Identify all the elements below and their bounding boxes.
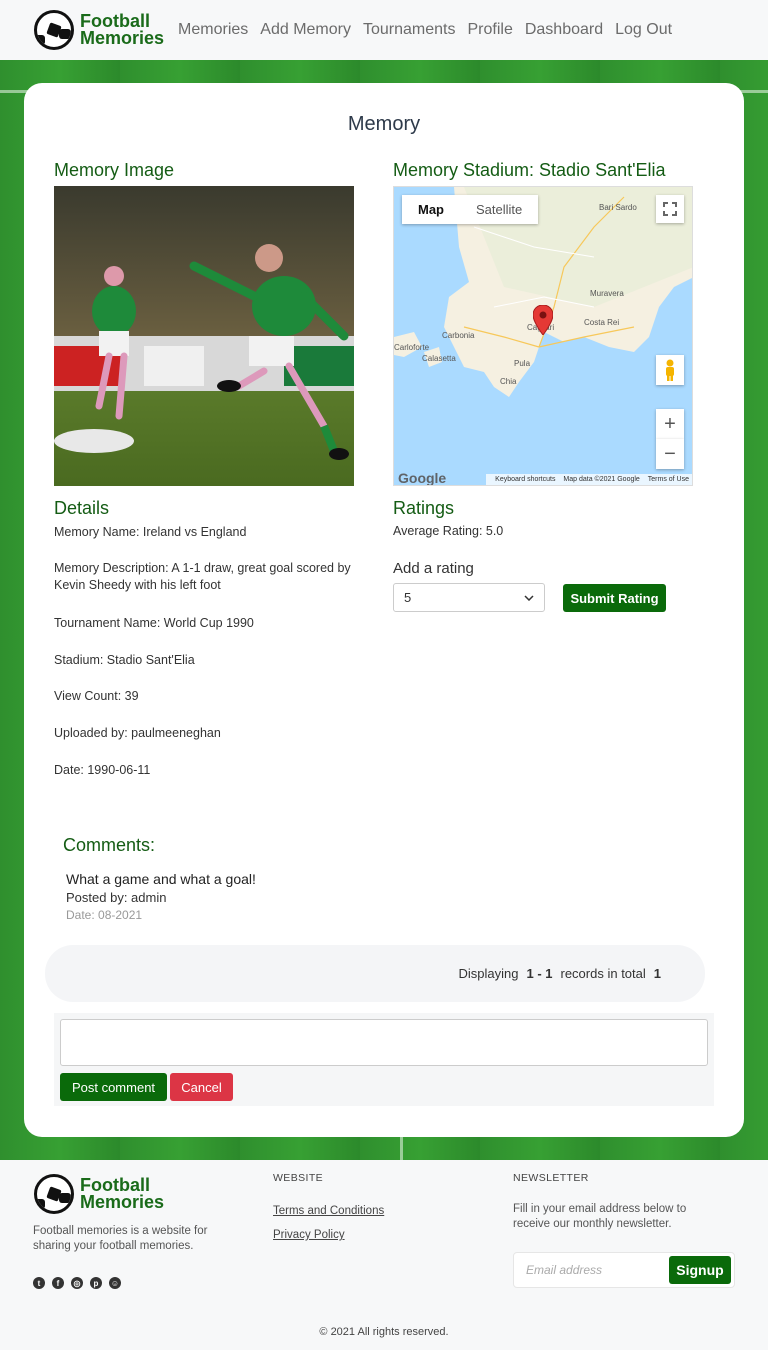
details-heading: Details <box>54 498 110 518</box>
pinterest-icon[interactable]: p <box>90 1277 102 1289</box>
brand-logo[interactable]: Football Memories <box>34 10 164 50</box>
top-navbar: Football Memories Memories Add Memory To… <box>0 0 768 60</box>
map-heading: Memory Stadium: Stadio Sant'Elia <box>393 160 666 180</box>
pegman-icon[interactable] <box>656 355 684 385</box>
map-place-label: Costa Rei <box>584 318 620 327</box>
facebook-icon[interactable]: f <box>52 1277 64 1289</box>
email-placeholder: Email address <box>526 1263 603 1277</box>
twitter-icon[interactable]: t <box>33 1277 45 1289</box>
footer-newsletter-heading: NEWSLETTER <box>513 1172 589 1184</box>
privacy-link[interactable]: Privacy Policy <box>273 1229 345 1241</box>
map-place-label: Muravera <box>590 289 624 298</box>
page-title: Memory <box>347 113 421 135</box>
nav-add-memory[interactable]: Add Memory <box>260 21 351 39</box>
cancel-button[interactable]: Cancel <box>170 1073 233 1101</box>
nav-memories[interactable]: Memories <box>178 21 248 39</box>
map-place-label: Carloforte <box>394 343 430 352</box>
football-icon <box>34 1174 74 1214</box>
social-links: t f ◎ p ☺ <box>33 1277 128 1289</box>
detail-description: Memory Description: A 1-1 draw, great go… <box>54 561 351 592</box>
footer-brand-name: Football Memories <box>80 1176 165 1212</box>
map-place-label: Chia <box>500 377 517 386</box>
map-place-label: Bari Sardo <box>599 203 637 212</box>
footer-description: Football memories is a website for shari… <box>33 1225 208 1252</box>
footer-brand-logo[interactable]: Football Memories <box>34 1174 164 1214</box>
memory-card: Memory Memory Image Memory Stadium: Stad… <box>24 83 744 1137</box>
pager-prefix: Displaying <box>458 966 519 981</box>
add-rating-label: Add a rating <box>393 560 474 577</box>
map-place-label: Pula <box>514 359 531 368</box>
map-type-control: Map Satellite <box>402 195 539 224</box>
chevron-down-icon <box>524 594 534 601</box>
submit-rating-button[interactable]: Submit Rating <box>563 584 666 612</box>
detail-tournament: Tournament Name: World Cup 1990 <box>54 616 254 630</box>
newsletter-text: Fill in your email address below to rece… <box>513 1203 687 1230</box>
comment-date: Date: 08-2021 <box>66 908 143 922</box>
pager-total: 1 <box>653 966 661 981</box>
map-place-label: Carbonia <box>442 331 475 340</box>
google-logo: Google <box>398 470 447 486</box>
snapchat-icon[interactable]: ☺ <box>109 1277 121 1289</box>
pager-middle: records in total <box>560 966 646 981</box>
pegman-glyph-icon <box>666 359 674 381</box>
footer-brand-line-2: Memories <box>80 1192 165 1212</box>
fullscreen-icon[interactable] <box>656 195 684 223</box>
average-rating: Average Rating: 5.0 <box>393 524 504 538</box>
zoom-out-button[interactable]: − <box>656 439 684 469</box>
fullscreen-glyph-icon <box>663 202 677 216</box>
detail-name: Memory Name: Ireland vs England <box>54 525 247 539</box>
map-terms-link[interactable]: Terms of Use <box>648 476 689 483</box>
footer-website-heading: WEBSITE <box>273 1172 324 1184</box>
footer: Football Memories Football memories is a… <box>0 1160 768 1350</box>
pager-range: 1 - 1 <box>526 966 553 981</box>
nav-profile[interactable]: Profile <box>467 21 512 39</box>
copyright: © 2021 All rights reserved. <box>319 1326 449 1338</box>
location-pin-icon[interactable] <box>533 305 553 335</box>
detail-view-count: View Count: 39 <box>54 689 139 703</box>
comments-heading: Comments: <box>63 835 156 855</box>
nav-dashboard[interactable]: Dashboard <box>525 21 603 39</box>
map-place-label: Calasetta <box>422 354 456 363</box>
football-icon <box>34 10 74 50</box>
ratings-heading: Ratings <box>393 498 455 518</box>
comment-author: Posted by: admin <box>66 890 167 905</box>
rating-select[interactable]: 5 <box>393 583 545 612</box>
map-attribution: Keyboard shortcuts Map data ©2021 Google… <box>486 474 692 485</box>
signup-button[interactable]: Signup <box>669 1256 731 1284</box>
nav-logout[interactable]: Log Out <box>615 21 672 39</box>
comment-form: Post comment Cancel <box>54 1013 714 1106</box>
brand-line-2: Memories <box>80 28 165 48</box>
nav-links: Memories Add Memory Tournaments Profile … <box>178 21 684 39</box>
comment-text: What a game and what a goal! <box>66 871 256 887</box>
nav-tournaments[interactable]: Tournaments <box>363 21 456 39</box>
stadium-map[interactable]: Bari Sardo Muravera Costa Rei Carbonia C… <box>393 186 693 486</box>
comments-pager: Displaying 1 - 1 records in total 1 <box>45 945 705 1002</box>
map-type-map-button[interactable]: Map <box>402 195 460 224</box>
detail-stadium: Stadium: Stadio Sant'Elia <box>54 653 195 667</box>
rating-select-value: 5 <box>404 590 412 605</box>
keyboard-shortcuts-link[interactable]: Keyboard shortcuts <box>495 476 555 483</box>
map-type-satellite-button[interactable]: Satellite <box>460 195 538 224</box>
instagram-icon[interactable]: ◎ <box>71 1277 83 1289</box>
detail-date: Date: 1990-06-11 <box>54 763 151 777</box>
post-comment-button[interactable]: Post comment <box>60 1073 167 1101</box>
newsletter-email-input[interactable]: Email address Signup <box>513 1252 735 1288</box>
brand-name: Football Memories <box>80 12 165 48</box>
memory-image-heading: Memory Image <box>54 160 175 180</box>
comment-textarea[interactable] <box>60 1019 708 1066</box>
terms-link[interactable]: Terms and Conditions <box>273 1205 384 1217</box>
map-data-text: Map data ©2021 Google <box>563 476 640 483</box>
zoom-in-button[interactable]: + <box>656 409 684 439</box>
detail-uploader: Uploaded by: paulmeeneghan <box>54 726 221 740</box>
memory-photo-illustration <box>54 186 354 486</box>
memory-photo <box>54 186 354 486</box>
map-land <box>394 187 692 397</box>
